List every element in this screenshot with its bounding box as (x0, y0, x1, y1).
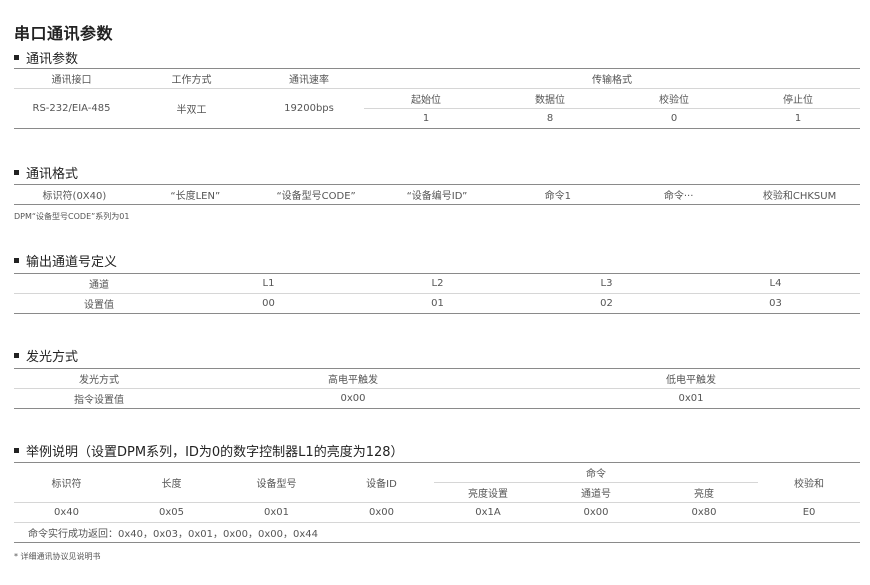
row-label: 指令设置值 (14, 388, 184, 409)
code-note: DPM“设备型号CODE”系列为01 (14, 212, 130, 221)
subheader-cell: 亮度设置 (434, 482, 542, 503)
section-heading: 通讯参数 (26, 52, 79, 67)
field-cell: “设备编号ID” (376, 184, 498, 205)
header-cell: 命令 (434, 462, 759, 483)
header-cell: 通讯接口 (14, 68, 129, 89)
subheader-cell: 通道号 (542, 482, 650, 503)
header-cell: 长度 (119, 462, 224, 503)
header-cell: 设备型号 (224, 462, 329, 503)
footnote: * 详细通讯协议见说明书 (14, 552, 101, 561)
section-heading: 通讯格式 (26, 167, 79, 182)
section-title-output-channels: 输出通道号定义 (14, 251, 117, 270)
header-cell: 设备ID (329, 462, 434, 503)
row-label: 通道 (14, 273, 184, 294)
header-cell: 标识符 (14, 462, 119, 503)
section-heading: 输出通道号定义 (26, 255, 118, 270)
section-title-example: 举例说明（设置DPM系列，ID为0的数字控制器L1的亮度为128） (14, 441, 404, 460)
comm-format-table: 标识符(0X40) “长度LEN” “设备型号CODE” “设备编号ID” 命令… (14, 184, 860, 205)
value-cell: 1 (364, 108, 488, 129)
section-title-comm-params: 通讯参数 (14, 48, 78, 67)
header-cell: 校验和 (758, 462, 861, 503)
output-channels-table: 通道 L1 L2 L3 L4 设置值 00 01 02 03 (14, 273, 860, 314)
section-title-light-mode: 发光方式 (14, 346, 78, 365)
bullet-icon (14, 170, 19, 175)
subheader-cell: 起始位 (364, 88, 488, 109)
section-heading: 举例说明（设置DPM系列，ID为0的数字控制器L1的亮度为128） (26, 445, 404, 460)
subheader-cell: 停止位 (736, 88, 860, 109)
value-cell: 0x40 (14, 502, 119, 523)
section-heading: 发光方式 (26, 350, 79, 365)
subheader-cell: 校验位 (612, 88, 736, 109)
subheader-cell: 亮度 (650, 482, 759, 503)
value-cell: 0x00 (184, 388, 522, 409)
field-cell: 校验和CHKSUM (739, 184, 860, 205)
channel-cell: L2 (353, 273, 522, 294)
channel-cell: L4 (691, 273, 860, 294)
bullet-icon (14, 55, 19, 60)
bullet-icon (14, 353, 19, 358)
header-cell: 工作方式 (129, 68, 254, 89)
value-cell: 0x05 (119, 502, 224, 523)
comm-params-table: 通讯接口 工作方式 通讯速率 传输格式 RS-232/EIA-485 半双工 1… (14, 68, 860, 129)
page-title: 串口通讯参数 (14, 24, 114, 43)
field-cell: 命令1 (497, 184, 619, 205)
value-cell: 02 (522, 293, 691, 314)
row-label: 设置值 (14, 293, 184, 314)
value-cell: 00 (184, 293, 353, 314)
value-cell: RS-232/EIA-485 (14, 88, 129, 129)
page: 串口通讯参数 通讯参数 通讯接口 工作方式 通讯速率 传输格式 RS-232/E… (0, 0, 870, 585)
field-cell: “长度LEN” (134, 184, 256, 205)
value-cell: 01 (353, 293, 522, 314)
value-cell: 8 (488, 108, 612, 129)
mode-cell: 高电平触发 (184, 368, 522, 389)
value-cell: E0 (758, 502, 861, 523)
header-cell: 传输格式 (364, 68, 860, 89)
section-title-comm-format: 通讯格式 (14, 163, 78, 182)
example-table: 标识符 长度 设备型号 设备ID 命令 校验和 亮度设置 通道号 亮度 0x40… (14, 462, 861, 543)
value-cell: 0x01 (522, 388, 860, 409)
field-cell: 标识符(0X40) (14, 184, 135, 205)
channel-cell: L1 (184, 273, 353, 294)
subheader-cell: 数据位 (488, 88, 612, 109)
field-cell: 命令··· (618, 184, 740, 205)
value-cell: 0 (612, 108, 736, 129)
value-cell: 0x80 (650, 502, 759, 523)
value-cell: 0x00 (542, 502, 650, 523)
light-mode-table: 发光方式 高电平触发 低电平触发 指令设置值 0x00 0x01 (14, 368, 860, 409)
value-cell: 0x00 (329, 502, 434, 523)
bullet-icon (14, 258, 19, 263)
value-cell: 0x1A (434, 502, 542, 523)
row-label: 发光方式 (14, 368, 184, 389)
bullet-icon (14, 448, 19, 453)
value-cell: 0x01 (224, 502, 329, 523)
value-cell: 1 (736, 108, 860, 129)
mode-cell: 低电平触发 (522, 368, 860, 389)
success-return-text: 命令实行成功返回：0x40，0x03，0x01，0x00，0x00，0x44 (14, 522, 861, 543)
header-cell: 通讯速率 (254, 68, 364, 89)
value-cell: 03 (691, 293, 860, 314)
field-cell: “设备型号CODE” (255, 184, 377, 205)
value-cell: 半双工 (129, 88, 254, 129)
channel-cell: L3 (522, 273, 691, 294)
value-cell: 19200bps (254, 88, 364, 129)
